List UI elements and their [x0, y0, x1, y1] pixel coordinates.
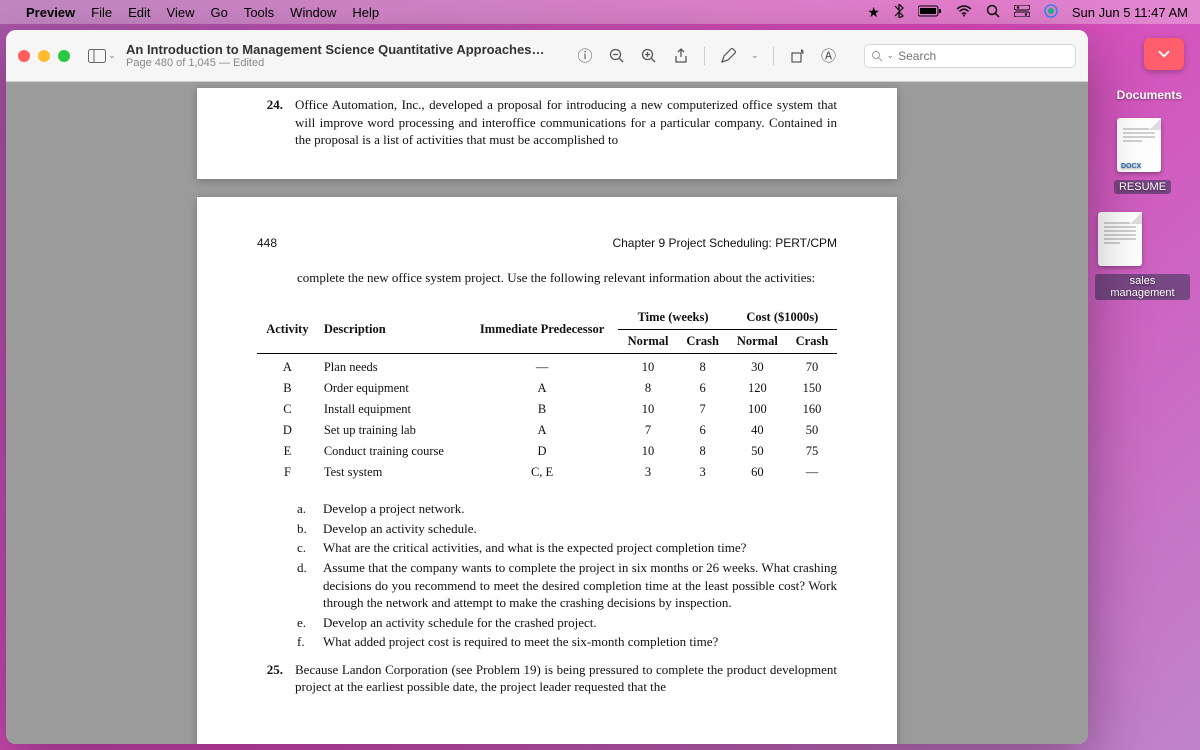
close-button[interactable]: [18, 50, 30, 62]
spotlight-icon[interactable]: [986, 4, 1000, 21]
table-row: CInstall equipmentB107100160: [257, 399, 837, 420]
menu-window[interactable]: Window: [290, 5, 336, 20]
info-icon[interactable]: ⓘ: [576, 47, 594, 65]
menubar: Preview File Edit View Go Tools Window H…: [0, 0, 1200, 24]
th-activity: Activity: [257, 306, 318, 353]
desktop-section-label: Documents: [1117, 88, 1182, 102]
notification-widget[interactable]: [1144, 38, 1184, 70]
chapter-title: Chapter 9 Project Scheduling: PERT/CPM: [612, 235, 837, 251]
file-badge: DOCX: [1121, 163, 1141, 170]
minimize-button[interactable]: [38, 50, 50, 62]
app-name[interactable]: Preview: [26, 5, 75, 20]
markup-chevron[interactable]: ⌄: [751, 50, 759, 61]
table-row: BOrder equipmentA86120150: [257, 378, 837, 399]
search-box[interactable]: ⌄: [864, 44, 1076, 68]
menubar-clock[interactable]: Sun Jun 5 11:47 AM: [1072, 5, 1188, 20]
table-row: APlan needs—1083070: [257, 354, 837, 378]
continuation-text: complete the new office system project. …: [297, 269, 837, 287]
zoom-out-icon[interactable]: [608, 47, 626, 65]
question-text: Because Landon Corporation (see Problem …: [295, 661, 837, 696]
desktop-file-resume[interactable]: DOCX RESUME: [1114, 118, 1171, 194]
search-input[interactable]: [898, 49, 1069, 63]
battery-icon[interactable]: [918, 4, 942, 20]
table-row: FTest systemC, E3360—: [257, 462, 837, 483]
th-group-time: Time (weeks): [618, 306, 727, 329]
desktop-file-name: sales management: [1095, 274, 1190, 300]
th-group-cost: Cost ($1000s): [728, 306, 837, 329]
zoom-in-icon[interactable]: [640, 47, 658, 65]
th-time-crash: Crash: [678, 330, 728, 354]
question-number: 24.: [257, 96, 283, 149]
desktop-items: DOCX RESUME sales management: [1095, 118, 1190, 300]
th-cost-normal: Normal: [728, 330, 787, 354]
markup-icon[interactable]: [719, 47, 737, 65]
activity-table: Activity Description Immediate Predecess…: [257, 306, 837, 482]
preview-window: ⌄ An Introduction to Management Science …: [6, 30, 1088, 744]
th-time-normal: Normal: [618, 330, 677, 354]
sub-question: f.What added project cost is required to…: [297, 633, 837, 651]
search-icon: [871, 50, 883, 62]
table-row: DSet up training labA764050: [257, 420, 837, 441]
highlight-icon[interactable]: Ⓐ: [820, 47, 838, 65]
star-icon[interactable]: ★: [867, 4, 880, 21]
sidebar-toggle[interactable]: ⌄: [88, 45, 116, 67]
th-cost-crash: Crash: [787, 330, 837, 354]
menu-edit[interactable]: Edit: [128, 5, 150, 20]
document-icon: DOCX: [1117, 118, 1161, 172]
document-icon: [1098, 212, 1142, 266]
sub-question: b.Develop an activity schedule.: [297, 520, 837, 538]
menu-go[interactable]: Go: [210, 5, 227, 20]
document-page: 448 Chapter 9 Project Scheduling: PERT/C…: [197, 197, 897, 744]
toolbar: ⌄ An Introduction to Management Science …: [6, 30, 1088, 82]
sub-questions: a.Develop a project network. b.Develop an…: [297, 500, 837, 650]
sub-question: e.Develop an activity schedule for the c…: [297, 614, 837, 632]
siri-icon[interactable]: [1044, 4, 1058, 21]
th-description: Description: [318, 306, 466, 353]
document-viewport[interactable]: 24. Office Automation, Inc., developed a…: [6, 82, 1088, 744]
window-controls: [18, 50, 70, 62]
menu-file[interactable]: File: [91, 5, 112, 20]
title-block: An Introduction to Management Science Qu…: [126, 42, 546, 69]
question-text: Office Automation, Inc., developed a pro…: [295, 96, 837, 149]
fullscreen-button[interactable]: [58, 50, 70, 62]
th-predecessor: Immediate Predecessor: [466, 306, 619, 353]
sub-question: d.Assume that the company wants to compl…: [297, 559, 837, 612]
bluetooth-icon[interactable]: [894, 4, 904, 21]
rotate-icon[interactable]: [788, 47, 806, 65]
page-number: 448: [257, 235, 277, 251]
sub-question: c.What are the critical activities, and …: [297, 539, 837, 557]
desktop-file-name: RESUME: [1114, 180, 1171, 194]
document-page-prev: 24. Office Automation, Inc., developed a…: [197, 88, 897, 179]
page-indicator: Page 480 of 1,045 — Edited: [126, 57, 546, 69]
menu-view[interactable]: View: [167, 5, 195, 20]
question-number: 25.: [257, 661, 283, 696]
document-title: An Introduction to Management Science Qu…: [126, 42, 546, 57]
control-center-icon[interactable]: [1014, 4, 1030, 20]
share-icon[interactable]: [672, 47, 690, 65]
menu-tools[interactable]: Tools: [244, 5, 274, 20]
menu-help[interactable]: Help: [352, 5, 379, 20]
sub-question: a.Develop a project network.: [297, 500, 837, 518]
table-row: EConduct training courseD1085075: [257, 441, 837, 462]
desktop-file-sales[interactable]: sales management: [1095, 212, 1190, 300]
wifi-icon[interactable]: [956, 4, 972, 20]
